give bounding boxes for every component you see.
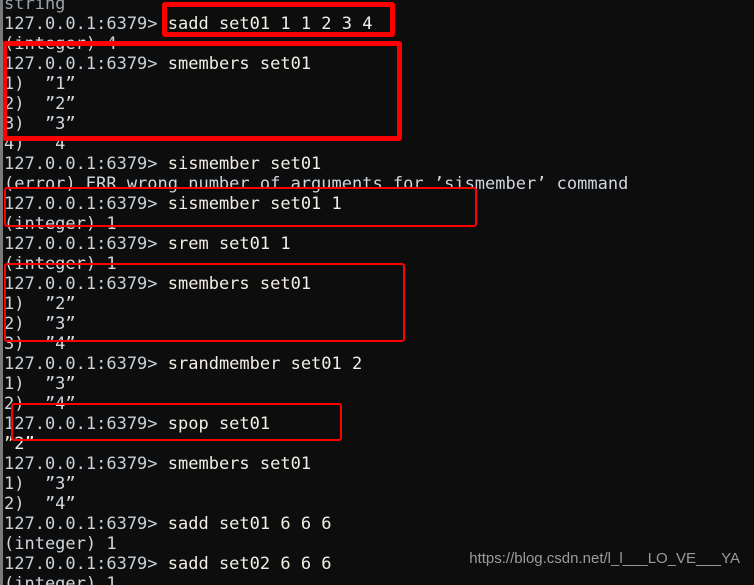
terminal-result-text: (integer) 1: [4, 254, 117, 274]
terminal-listitem-text: 1) ”2”: [4, 294, 76, 314]
terminal-listitem-text: 1) ”3”: [4, 374, 76, 394]
command-text[interactable]: srem set01 1: [158, 234, 291, 254]
terminal-result-text: (integer) 1: [4, 534, 117, 554]
terminal-listitem-text: 2) ”4”: [4, 394, 76, 414]
terminal-output[interactable]: string 127.0.0.1:6379> sadd set01 1 1 2 3…: [4, 0, 752, 585]
terminal-result-line: (integer) 1: [4, 214, 752, 234]
terminal-listitem-line: 3) ”3”: [4, 114, 752, 134]
command-text[interactable]: smembers set01: [158, 54, 311, 74]
terminal-listitem-line: 2) ”3”: [4, 314, 752, 334]
shell-prompt: 127.0.0.1:6379>: [4, 54, 158, 74]
command-text[interactable]: sadd set01 1 1 2 3 4: [158, 14, 373, 34]
terminal-window: string 127.0.0.1:6379> sadd set01 1 1 2 3…: [0, 0, 754, 585]
terminal-listitem-text: 2) ”3”: [4, 314, 76, 334]
terminal-error-line: (error) ERR wrong number of arguments fo…: [4, 174, 752, 194]
shell-prompt: 127.0.0.1:6379>: [4, 554, 158, 574]
terminal-listitem-line: 1) ”1”: [4, 74, 752, 94]
shell-prompt: 127.0.0.1:6379>: [4, 514, 158, 534]
terminal-listitem-line: 2) ”2”: [4, 94, 752, 114]
shell-prompt: 127.0.0.1:6379>: [4, 354, 158, 374]
terminal-result-line: (integer) 1: [4, 254, 752, 274]
terminal-listitem-text: 2) ”4”: [4, 494, 76, 514]
terminal-command-line: 127.0.0.1:6379> sadd set01 1 1 2 3 4: [4, 14, 752, 34]
shell-prompt: 127.0.0.1:6379>: [4, 234, 158, 254]
shell-prompt: 127.0.0.1:6379>: [4, 194, 158, 214]
terminal-result-line: (integer) 4: [4, 34, 752, 54]
terminal-value-line: ”2”: [4, 434, 752, 454]
shell-prompt: 127.0.0.1:6379>: [4, 454, 158, 474]
command-text[interactable]: srandmember set01 2: [158, 354, 362, 374]
command-text[interactable]: sismember set01: [158, 154, 322, 174]
terminal-error-text: (error) ERR wrong number of arguments fo…: [4, 174, 629, 194]
terminal-command-line: 127.0.0.1:6379> sismember set01: [4, 154, 752, 174]
terminal-listitem-line: 2) ”4”: [4, 494, 752, 514]
terminal-listitem-text: 3) ”4”: [4, 334, 76, 354]
terminal-listitem-line: 2) ”4”: [4, 394, 752, 414]
terminal-result-text: (integer) 1: [4, 214, 117, 234]
terminal-command-line: 127.0.0.1:6379> smembers set01: [4, 54, 752, 74]
terminal-listitem-line: 1) ”2”: [4, 294, 752, 314]
terminal-command-line: 127.0.0.1:6379> spop set01: [4, 414, 752, 434]
terminal-cut-line: string: [4, 0, 752, 14]
terminal-command-line: 127.0.0.1:6379> sismember set01 1: [4, 194, 752, 214]
command-text[interactable]: sismember set01 1: [158, 194, 342, 214]
watermark-url: https://blog.csdn.net/l_l___LO_VE___YA: [469, 550, 740, 567]
command-text[interactable]: sadd set01 6 6 6: [158, 514, 332, 534]
terminal-listitem-line: 1) ”3”: [4, 374, 752, 394]
shell-prompt: 127.0.0.1:6379>: [4, 414, 158, 434]
command-text[interactable]: smembers set01: [158, 274, 311, 294]
shell-prompt: 127.0.0.1:6379>: [4, 154, 158, 174]
shell-prompt: 127.0.0.1:6379>: [4, 274, 158, 294]
shell-prompt: 127.0.0.1:6379>: [4, 14, 158, 34]
terminal-result-line: (integer) 1: [4, 574, 752, 585]
command-text[interactable]: smembers set01: [158, 454, 311, 474]
terminal-listitem-text: 3) ”3”: [4, 114, 76, 134]
command-text[interactable]: sadd set02 6 6 6: [158, 554, 332, 574]
terminal-listitem-text: 4) ”4”: [4, 134, 76, 154]
terminal-command-line: 127.0.0.1:6379> srem set01 1: [4, 234, 752, 254]
terminal-listitem-text: 1) ”1”: [4, 74, 76, 94]
window-left-border: [0, 0, 3, 585]
terminal-listitem-line: 4) ”4”: [4, 134, 752, 154]
terminal-cut-text: string: [4, 0, 66, 14]
terminal-command-line: 127.0.0.1:6379> srandmember set01 2: [4, 354, 752, 374]
terminal-listitem-text: 2) ”2”: [4, 94, 76, 114]
terminal-command-line: 127.0.0.1:6379> smembers set01: [4, 454, 752, 474]
terminal-listitem-line: 1) ”3”: [4, 474, 752, 494]
terminal-listitem-line: 3) ”4”: [4, 334, 752, 354]
terminal-command-line: 127.0.0.1:6379> smembers set01: [4, 274, 752, 294]
terminal-command-line: 127.0.0.1:6379> sadd set01 6 6 6: [4, 514, 752, 534]
terminal-listitem-text: 1) ”3”: [4, 474, 76, 494]
command-text[interactable]: spop set01: [158, 414, 270, 434]
terminal-result-text: (integer) 1: [4, 574, 117, 585]
terminal-value-text: ”2”: [4, 434, 35, 454]
terminal-result-text: (integer) 4: [4, 34, 117, 54]
